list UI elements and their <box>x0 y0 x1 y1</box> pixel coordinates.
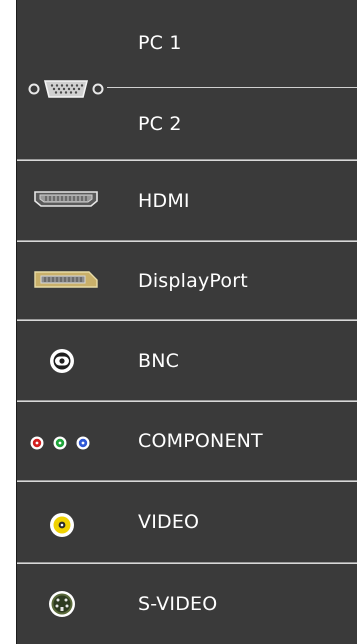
source-bnc-label: BNC <box>138 349 180 372</box>
source-svideo[interactable]: S-VIDEO <box>17 564 357 644</box>
source-pc1[interactable]: PC 1 <box>17 0 357 86</box>
source-bnc[interactable]: BNC <box>17 321 357 400</box>
source-pc1-label: PC 1 <box>138 32 182 54</box>
source-displayport-label: DisplayPort <box>138 269 248 292</box>
source-pc2-label: PC 2 <box>138 112 182 135</box>
source-component-label: COMPONENT <box>138 430 263 452</box>
source-pc2[interactable]: PC 2 <box>17 88 357 159</box>
bnc-connector-icon <box>50 349 74 373</box>
source-displayport[interactable]: DisplayPort <box>17 242 357 319</box>
input-source-menu: PC 1 PC 2 HDMI DisplayPort BNC COMPONENT… <box>16 0 357 644</box>
displayport-icon <box>34 271 98 288</box>
source-hdmi[interactable]: HDMI <box>17 161 357 240</box>
source-svideo-label: S-VIDEO <box>138 593 218 615</box>
video-rca-icon <box>50 513 74 537</box>
source-hdmi-label: HDMI <box>138 189 190 212</box>
component-rca-icon <box>30 436 90 450</box>
hdmi-port-icon <box>34 191 98 207</box>
source-component[interactable]: COMPONENT <box>17 402 357 480</box>
source-video[interactable]: VIDEO <box>17 482 357 562</box>
svideo-port-icon <box>49 591 75 617</box>
source-video-label: VIDEO <box>138 511 200 533</box>
